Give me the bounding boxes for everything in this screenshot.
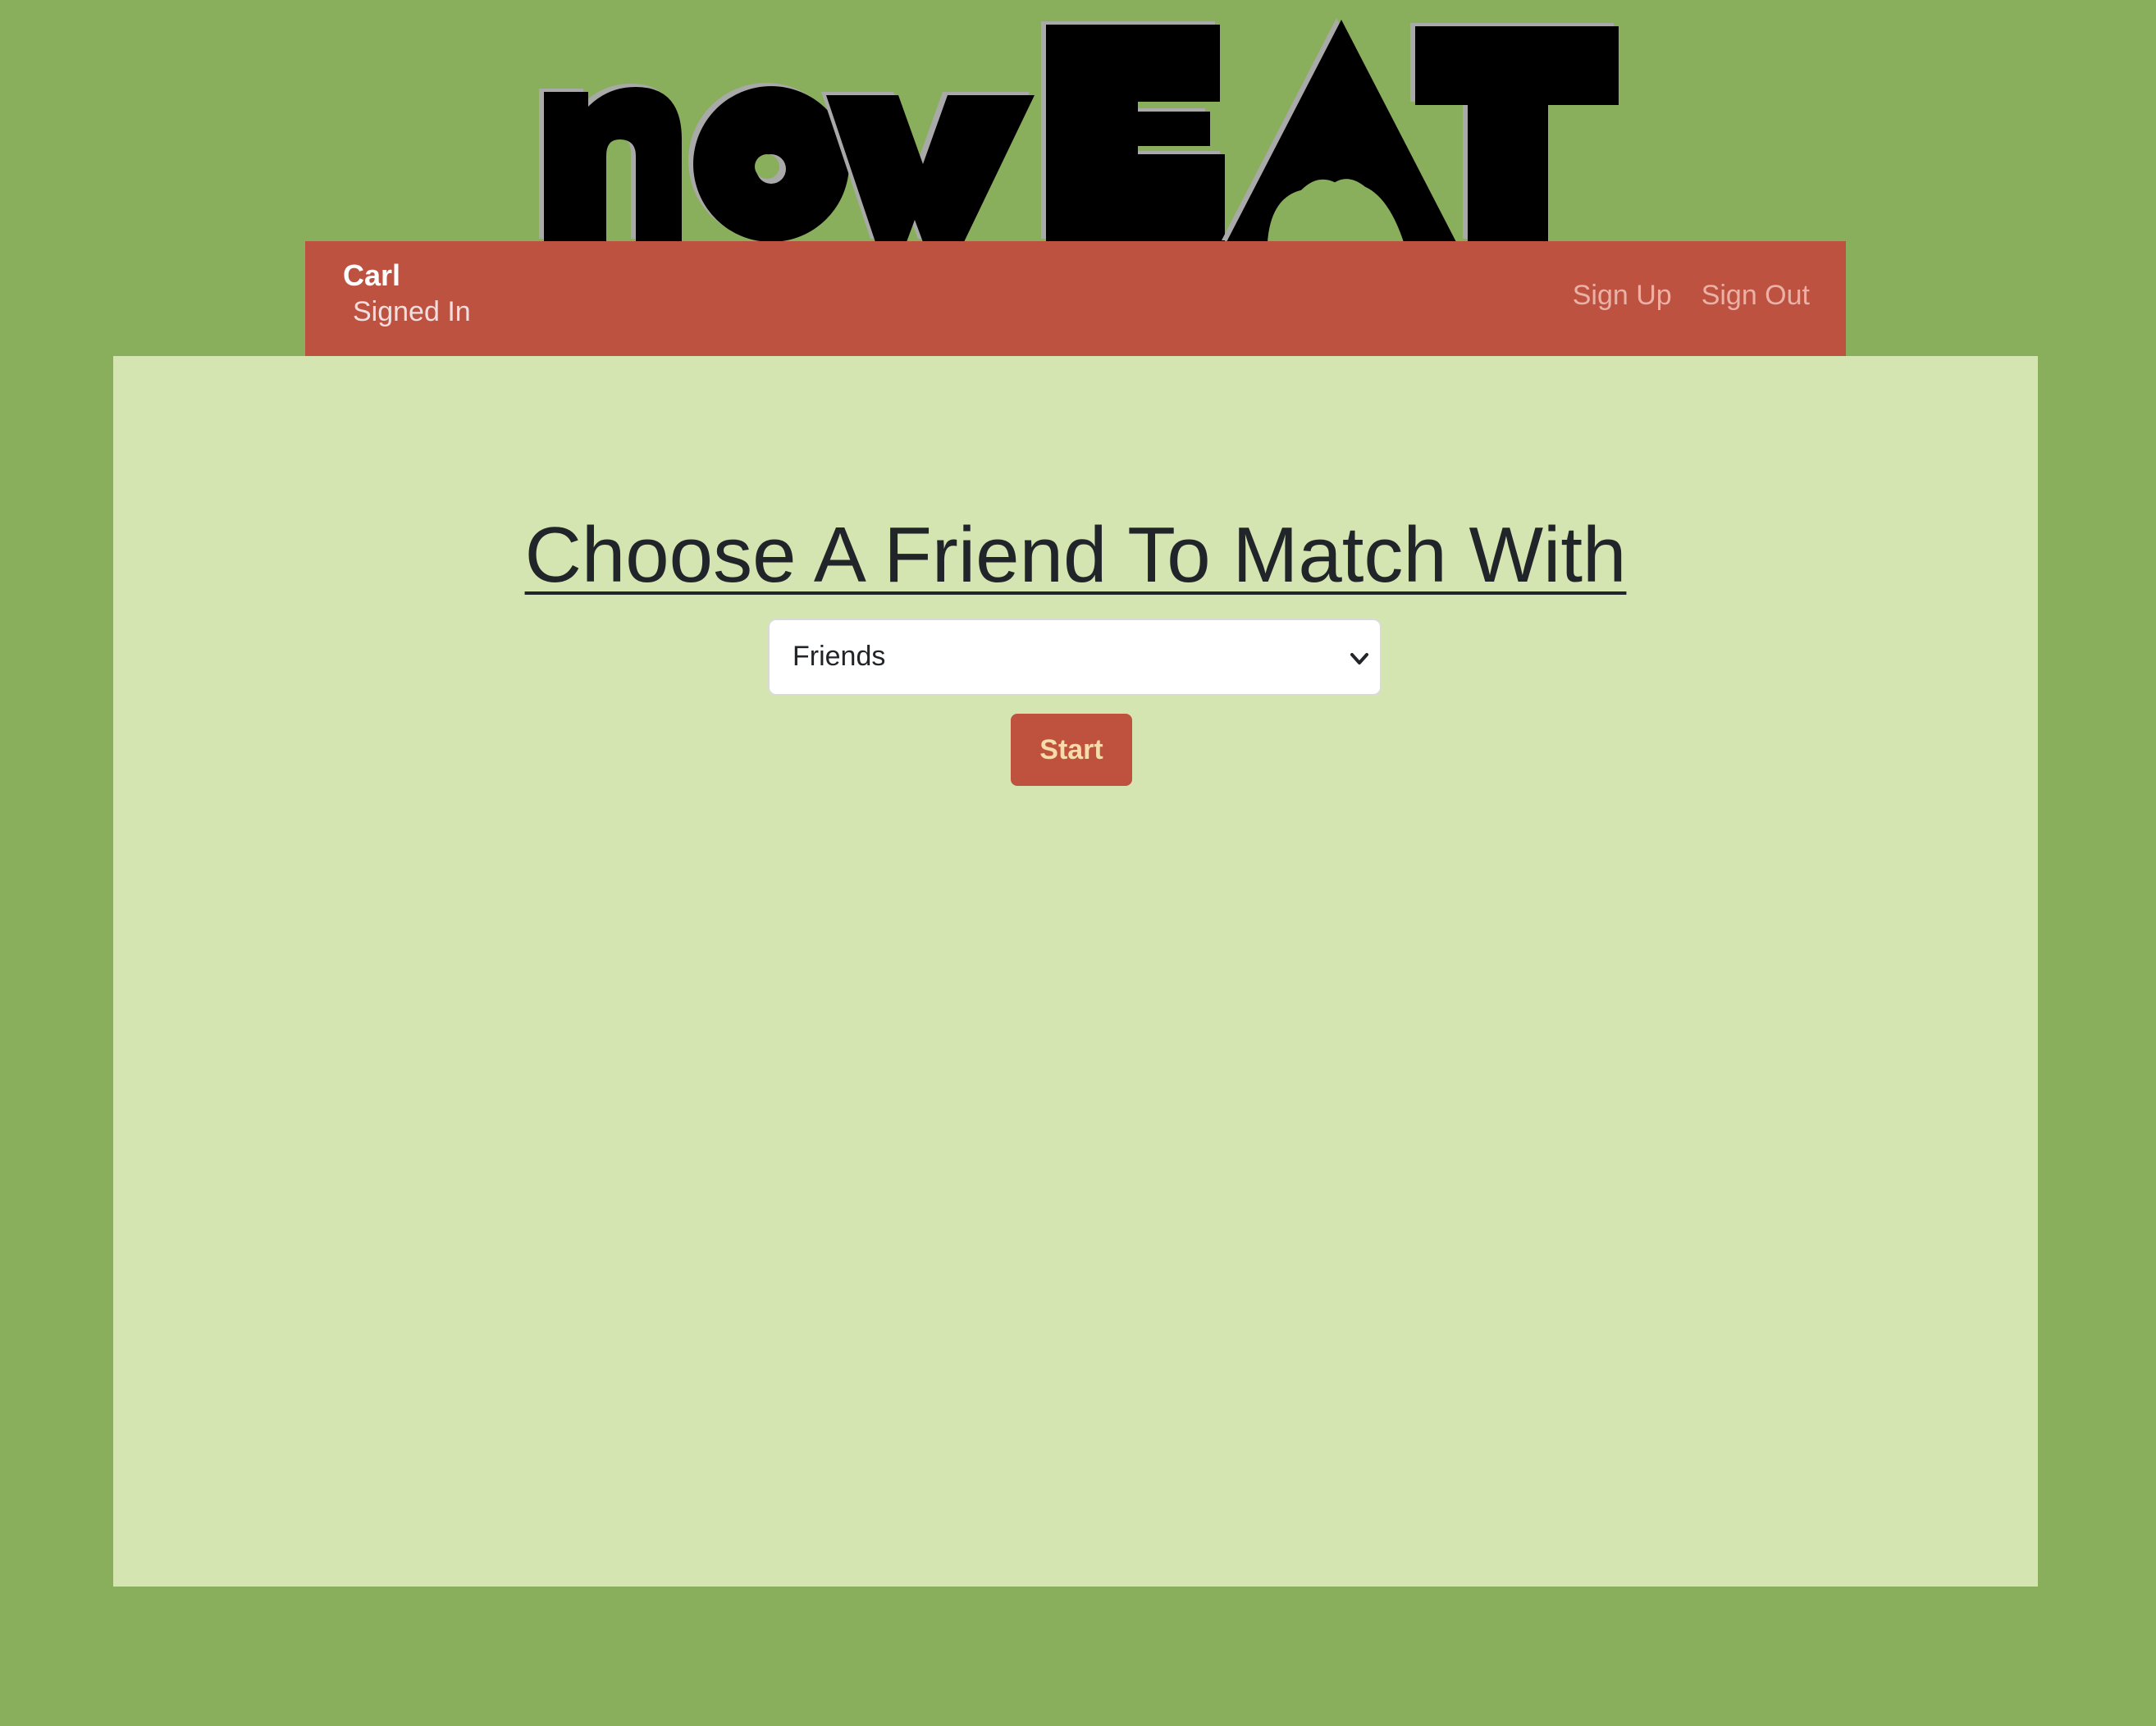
logo-letter-o [688,83,849,242]
sign-out-link[interactable]: Sign Out [1702,280,1810,311]
friend-select-value: Friends [793,641,886,672]
top-navbar: Carl Signed In Sign Up Sign Out [305,241,1846,356]
page-title-text: Choose A Friend To Match With [524,511,1627,599]
start-button[interactable]: Start [1011,714,1132,786]
main-content-panel: Choose A Friend To Match With Friends St… [113,356,2038,1587]
page-title: Choose A Friend To Match With [113,510,2038,600]
logo-letter-t [1410,23,1619,242]
noweat-logo [537,16,1620,242]
user-name: Carl [343,258,401,292]
logo-letter-w [821,92,1035,242]
sign-up-link[interactable]: Sign Up [1573,280,1672,311]
chevron-down-icon [1347,646,1372,671]
user-status: Signed In [353,296,471,327]
nav-links: Sign Up Sign Out [1573,280,1810,311]
friend-select[interactable]: Friends [768,619,1382,696]
logo-letter-n [539,84,682,242]
logo-letter-e [1041,21,1225,242]
